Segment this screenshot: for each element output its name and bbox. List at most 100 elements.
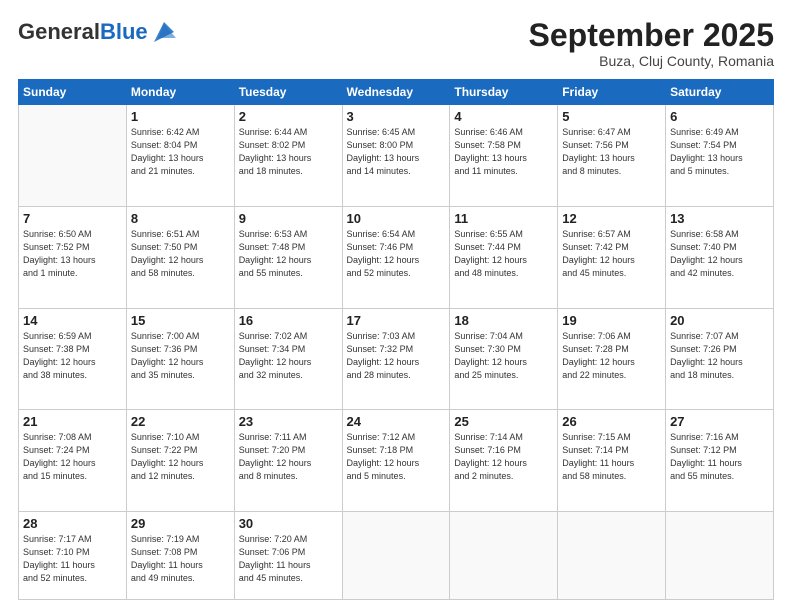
calendar-cell: 17Sunrise: 7:03 AM Sunset: 7:32 PM Dayli…	[342, 308, 450, 410]
calendar-cell: 24 Sunrise: 7:12 AM Sunset: 7:18 PM Dayli…	[342, 410, 450, 512]
day-number: 1	[131, 109, 230, 124]
calendar-cell: 28 Sunrise: 7:17 AM Sunset: 7:10 PM Dayli…	[19, 511, 127, 599]
day-number: 4	[454, 109, 553, 124]
calendar-cell: 19 Sunrise: 7:06 AM Sunset: 7:28 PM Dayli…	[558, 308, 666, 410]
calendar-table: SundayMondayTuesdayWednesdayThursdayFrid…	[18, 79, 774, 600]
day-number: 21	[23, 414, 122, 429]
calendar-cell: 29 Sunrise: 7:19 AM Sunset: 7:08 PM Dayli…	[126, 511, 234, 599]
day-details: Sunrise: 7:15 AM Sunset: 7:14 PM Dayligh…	[562, 431, 661, 483]
day-details: Sunrise: 7:19 AM Sunset: 7:08 PM Dayligh…	[131, 533, 230, 585]
logo-general-text: General	[18, 19, 100, 44]
day-details: Sunrise: 6:45 AM Sunset: 8:00 PM Dayligh…	[347, 126, 446, 178]
day-number: 29	[131, 516, 230, 531]
day-number: 12	[562, 211, 661, 226]
calendar-week-row: 1 Sunrise: 6:42 AM Sunset: 8:04 PM Daylig…	[19, 105, 774, 207]
calendar-cell: 27 Sunrise: 7:16 AM Sunset: 7:12 PM Dayli…	[666, 410, 774, 512]
day-details: Sunrise: 7:07 AM Sunset: 7:26 PM Dayligh…	[670, 330, 769, 382]
calendar-cell	[19, 105, 127, 207]
weekday-header-thursday: Thursday	[450, 80, 558, 105]
day-details: Sunrise: 7:16 AM Sunset: 7:12 PM Dayligh…	[670, 431, 769, 483]
calendar-cell	[342, 511, 450, 599]
logo-icon	[150, 18, 178, 46]
day-details: Sunrise: 6:51 AM Sunset: 7:50 PM Dayligh…	[131, 228, 230, 280]
day-number: 27	[670, 414, 769, 429]
weekday-header-sunday: Sunday	[19, 80, 127, 105]
day-number: 24	[347, 414, 446, 429]
calendar-week-row: 21 Sunrise: 7:08 AM Sunset: 7:24 PM Dayli…	[19, 410, 774, 512]
calendar-cell: 3 Sunrise: 6:45 AM Sunset: 8:00 PM Daylig…	[342, 105, 450, 207]
calendar-cell	[450, 511, 558, 599]
day-details: Sunrise: 7:06 AM Sunset: 7:28 PM Dayligh…	[562, 330, 661, 382]
calendar-week-row: 28 Sunrise: 7:17 AM Sunset: 7:10 PM Dayli…	[19, 511, 774, 599]
day-number: 9	[239, 211, 338, 226]
day-number: 22	[131, 414, 230, 429]
day-details: Sunrise: 6:58 AM Sunset: 7:40 PM Dayligh…	[670, 228, 769, 280]
day-number: 8	[131, 211, 230, 226]
calendar-cell: 13 Sunrise: 6:58 AM Sunset: 7:40 PM Dayli…	[666, 206, 774, 308]
calendar-week-row: 7Sunrise: 6:50 AM Sunset: 7:52 PM Daylig…	[19, 206, 774, 308]
day-number: 19	[562, 313, 661, 328]
day-details: Sunrise: 6:42 AM Sunset: 8:04 PM Dayligh…	[131, 126, 230, 178]
day-number: 7	[23, 211, 122, 226]
day-details: Sunrise: 6:46 AM Sunset: 7:58 PM Dayligh…	[454, 126, 553, 178]
calendar-cell: 14Sunrise: 6:59 AM Sunset: 7:38 PM Dayli…	[19, 308, 127, 410]
calendar-cell: 30Sunrise: 7:20 AM Sunset: 7:06 PM Dayli…	[234, 511, 342, 599]
calendar-week-row: 14Sunrise: 6:59 AM Sunset: 7:38 PM Dayli…	[19, 308, 774, 410]
day-details: Sunrise: 6:49 AM Sunset: 7:54 PM Dayligh…	[670, 126, 769, 178]
day-details: Sunrise: 7:08 AM Sunset: 7:24 PM Dayligh…	[23, 431, 122, 483]
day-details: Sunrise: 7:14 AM Sunset: 7:16 PM Dayligh…	[454, 431, 553, 483]
page: GeneralBlue September 2025 Buza, Cluj Co…	[0, 0, 792, 612]
day-number: 11	[454, 211, 553, 226]
calendar-cell: 7Sunrise: 6:50 AM Sunset: 7:52 PM Daylig…	[19, 206, 127, 308]
weekday-header-wednesday: Wednesday	[342, 80, 450, 105]
calendar-cell: 4 Sunrise: 6:46 AM Sunset: 7:58 PM Daylig…	[450, 105, 558, 207]
calendar-cell: 12 Sunrise: 6:57 AM Sunset: 7:42 PM Dayli…	[558, 206, 666, 308]
weekday-header-saturday: Saturday	[666, 80, 774, 105]
day-number: 14	[23, 313, 122, 328]
calendar-cell: 8 Sunrise: 6:51 AM Sunset: 7:50 PM Daylig…	[126, 206, 234, 308]
day-details: Sunrise: 7:04 AM Sunset: 7:30 PM Dayligh…	[454, 330, 553, 382]
day-number: 25	[454, 414, 553, 429]
day-number: 20	[670, 313, 769, 328]
day-number: 6	[670, 109, 769, 124]
day-details: Sunrise: 7:11 AM Sunset: 7:20 PM Dayligh…	[239, 431, 338, 483]
day-number: 23	[239, 414, 338, 429]
day-details: Sunrise: 6:53 AM Sunset: 7:48 PM Dayligh…	[239, 228, 338, 280]
calendar-cell: 22 Sunrise: 7:10 AM Sunset: 7:22 PM Dayli…	[126, 410, 234, 512]
day-details: Sunrise: 7:12 AM Sunset: 7:18 PM Dayligh…	[347, 431, 446, 483]
day-details: Sunrise: 7:02 AM Sunset: 7:34 PM Dayligh…	[239, 330, 338, 382]
calendar-cell: 2Sunrise: 6:44 AM Sunset: 8:02 PM Daylig…	[234, 105, 342, 207]
day-number: 16	[239, 313, 338, 328]
day-number: 26	[562, 414, 661, 429]
calendar-cell	[666, 511, 774, 599]
calendar-cell: 21 Sunrise: 7:08 AM Sunset: 7:24 PM Dayli…	[19, 410, 127, 512]
day-details: Sunrise: 7:10 AM Sunset: 7:22 PM Dayligh…	[131, 431, 230, 483]
calendar-cell: 1 Sunrise: 6:42 AM Sunset: 8:04 PM Daylig…	[126, 105, 234, 207]
day-number: 28	[23, 516, 122, 531]
day-number: 30	[239, 516, 338, 531]
day-details: Sunrise: 6:55 AM Sunset: 7:44 PM Dayligh…	[454, 228, 553, 280]
day-number: 5	[562, 109, 661, 124]
day-number: 13	[670, 211, 769, 226]
day-number: 18	[454, 313, 553, 328]
logo: GeneralBlue	[18, 18, 178, 46]
day-details: Sunrise: 6:54 AM Sunset: 7:46 PM Dayligh…	[347, 228, 446, 280]
month-title: September 2025	[529, 18, 774, 53]
title-block: September 2025 Buza, Cluj County, Romani…	[529, 18, 774, 69]
day-details: Sunrise: 6:44 AM Sunset: 8:02 PM Dayligh…	[239, 126, 338, 178]
calendar-cell: 26 Sunrise: 7:15 AM Sunset: 7:14 PM Dayli…	[558, 410, 666, 512]
day-number: 10	[347, 211, 446, 226]
calendar-cell	[558, 511, 666, 599]
weekday-header-friday: Friday	[558, 80, 666, 105]
day-number: 3	[347, 109, 446, 124]
day-details: Sunrise: 7:17 AM Sunset: 7:10 PM Dayligh…	[23, 533, 122, 585]
calendar-cell: 9 Sunrise: 6:53 AM Sunset: 7:48 PM Daylig…	[234, 206, 342, 308]
calendar-cell: 5 Sunrise: 6:47 AM Sunset: 7:56 PM Daylig…	[558, 105, 666, 207]
logo-blue-text: Blue	[100, 19, 148, 44]
day-details: Sunrise: 6:47 AM Sunset: 7:56 PM Dayligh…	[562, 126, 661, 178]
day-number: 17	[347, 313, 446, 328]
weekday-header-monday: Monday	[126, 80, 234, 105]
day-details: Sunrise: 6:57 AM Sunset: 7:42 PM Dayligh…	[562, 228, 661, 280]
calendar-cell: 18 Sunrise: 7:04 AM Sunset: 7:30 PM Dayli…	[450, 308, 558, 410]
calendar-cell: 15Sunrise: 7:00 AM Sunset: 7:36 PM Dayli…	[126, 308, 234, 410]
